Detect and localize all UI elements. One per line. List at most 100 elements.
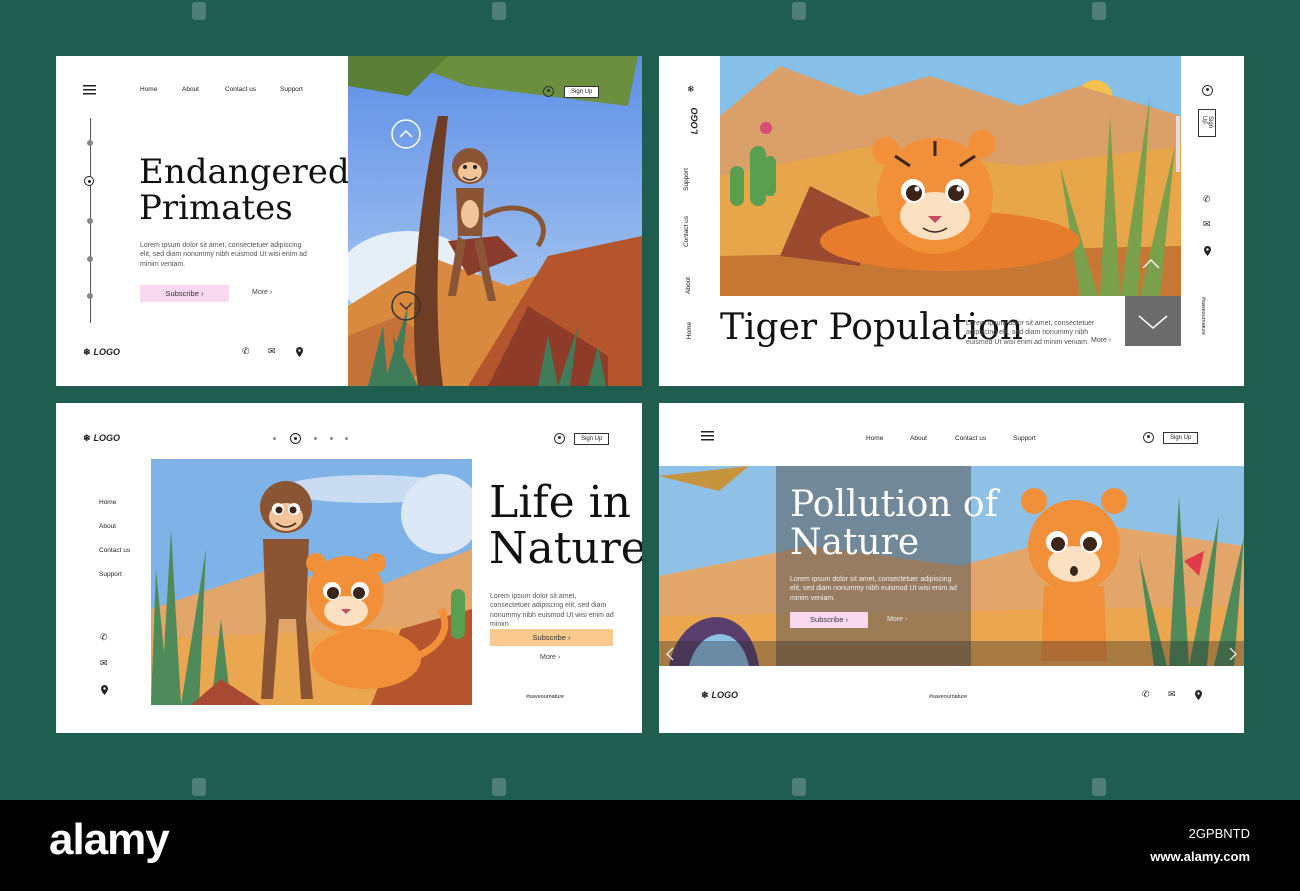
- chevron-up-icon[interactable]: [1141, 256, 1161, 270]
- snowflake-icon: ❄: [83, 433, 91, 443]
- slide-dot[interactable]: [87, 293, 93, 299]
- snowflake-icon: ❄: [701, 690, 709, 700]
- tiger-cub-illustration: [720, 56, 1181, 296]
- chevron-down-icon: [1138, 315, 1168, 329]
- subscribe-button[interactable]: Subscribe ›: [140, 285, 229, 302]
- slide-dot[interactable]: [87, 140, 93, 146]
- more-link[interactable]: More ›: [252, 289, 272, 296]
- user-icon[interactable]: [543, 86, 554, 97]
- more-link[interactable]: More ›: [1091, 337, 1111, 344]
- side-nav-support[interactable]: Support: [99, 571, 122, 578]
- user-icon[interactable]: [1143, 432, 1154, 443]
- watermark-mark: [1092, 778, 1106, 796]
- location-pin-icon[interactable]: [1195, 690, 1202, 700]
- location-pin-icon[interactable]: [296, 347, 303, 357]
- hashtag[interactable]: #saveournature: [526, 694, 564, 700]
- side-nav-contact[interactable]: Contact us: [99, 547, 130, 554]
- nav-support[interactable]: Support: [280, 86, 303, 93]
- title-line: Nature: [790, 521, 920, 563]
- watermark-mark: [492, 2, 506, 20]
- logo: ❄ LOGO: [83, 433, 120, 444]
- title-line: Nature: [489, 523, 642, 575]
- slide-dot[interactable]: [314, 437, 317, 440]
- hamburger-menu-icon[interactable]: [701, 431, 714, 441]
- watermark-mark: [1092, 2, 1106, 20]
- location-pin-icon[interactable]: [1204, 246, 1211, 256]
- card-tiger-population: ❄ LOGO Support Contact us About Home Tig…: [659, 56, 1244, 386]
- hashtag[interactable]: #saveournature: [1200, 297, 1206, 335]
- more-link[interactable]: More ›: [540, 654, 560, 661]
- snowflake-icon: ❄: [687, 84, 695, 94]
- location-pin-icon[interactable]: [101, 685, 108, 695]
- user-icon[interactable]: [1202, 85, 1213, 96]
- title-line: Pollution of: [790, 484, 998, 525]
- side-nav-about[interactable]: About: [99, 523, 116, 530]
- logo-text: LOGO: [93, 347, 121, 357]
- slide-dot-active-center: [294, 437, 297, 440]
- logo-text: LOGO: [711, 690, 739, 700]
- description: Lorem ipsum dolor sit amet, consectetuer…: [140, 242, 307, 268]
- sign-up-button[interactable]: Sign Up: [564, 86, 600, 98]
- nav-contact[interactable]: Contact us: [955, 435, 986, 442]
- user-icon[interactable]: [554, 433, 565, 444]
- side-nav-contact[interactable]: Contact us: [683, 216, 690, 247]
- slide-dot[interactable]: [87, 256, 93, 262]
- mail-icon[interactable]: ✉: [1203, 219, 1211, 230]
- card-life-in-nature: ❄ LOGO Sign Up Home About Contact us Supp…: [56, 403, 642, 733]
- monkey-scene-illustration: Sign Up: [348, 56, 642, 386]
- side-nav-about[interactable]: About: [685, 277, 692, 294]
- card-pollution-of-nature: Home About Contact us Support Sign Up Po…: [659, 403, 1244, 733]
- next-slide-button[interactable]: [1125, 296, 1181, 346]
- card-endangered-primates: Home About Contact us Support Endangered…: [56, 56, 642, 386]
- phone-icon[interactable]: ✆: [1203, 194, 1211, 205]
- sign-up-button[interactable]: Sign Up: [1163, 432, 1199, 444]
- mail-icon[interactable]: ✉: [100, 658, 108, 669]
- subscribe-button[interactable]: Subscribe ›: [790, 612, 868, 628]
- image-id: 2GPBNTD: [1188, 826, 1250, 841]
- slide-dot-active-center: [87, 179, 91, 183]
- alamy-logo: alamy: [49, 815, 170, 864]
- logo: LOGO: [689, 107, 700, 135]
- side-nav-home[interactable]: Home: [686, 322, 693, 339]
- sign-up-button[interactable]: Sign Up: [574, 433, 610, 445]
- image-url: www.alamy.com: [1150, 849, 1250, 864]
- mail-icon[interactable]: ✉: [1168, 689, 1176, 700]
- watermark-footer: [0, 800, 1300, 891]
- watermark-mark: [792, 778, 806, 796]
- nav-contact[interactable]: Contact us: [225, 86, 256, 93]
- watermark-mark: [792, 2, 806, 20]
- hamburger-menu-icon[interactable]: [83, 85, 96, 95]
- subscribe-button[interactable]: Subscribe ›: [490, 629, 613, 646]
- side-nav-home[interactable]: Home: [99, 499, 116, 506]
- snowflake-icon: ❄: [83, 347, 91, 357]
- phone-icon[interactable]: ✆: [100, 632, 108, 643]
- description: Lorem ipsum dolor sit amet, consectetuer…: [790, 576, 957, 602]
- more-link[interactable]: More ›: [887, 616, 907, 623]
- page-title: Life in Nature: [489, 477, 642, 575]
- phone-icon[interactable]: ✆: [1142, 689, 1150, 700]
- nav-about[interactable]: About: [910, 435, 927, 442]
- hashtag[interactable]: #saveournature: [929, 694, 967, 700]
- slide-dot[interactable]: [345, 437, 348, 440]
- prev-arrow-icon[interactable]: [667, 647, 687, 663]
- logo: ❄ LOGO: [83, 347, 120, 358]
- title-line: Endangered: [139, 152, 350, 192]
- nav-home[interactable]: Home: [140, 86, 157, 93]
- phone-icon[interactable]: ✆: [242, 346, 250, 357]
- nav-about[interactable]: About: [182, 86, 199, 93]
- page-title: Endangered Primates: [139, 152, 350, 226]
- slide-dot[interactable]: [273, 437, 276, 440]
- slide-dot[interactable]: [87, 218, 93, 224]
- title-line: Life in: [489, 477, 632, 528]
- mail-icon[interactable]: ✉: [268, 346, 276, 357]
- scroll-indicator[interactable]: [1176, 116, 1180, 172]
- sign-up-button[interactable]: Sign Up: [1198, 109, 1216, 137]
- watermark-mark: [492, 778, 506, 796]
- slide-dot[interactable]: [330, 437, 333, 440]
- monkey-and-tiger-illustration: [151, 459, 472, 705]
- next-arrow-icon[interactable]: [1224, 647, 1244, 663]
- nav-home[interactable]: Home: [866, 435, 883, 442]
- nav-support[interactable]: Support: [1013, 435, 1036, 442]
- page-title: Pollution of Nature: [790, 486, 998, 562]
- side-nav-support[interactable]: Support: [683, 168, 690, 191]
